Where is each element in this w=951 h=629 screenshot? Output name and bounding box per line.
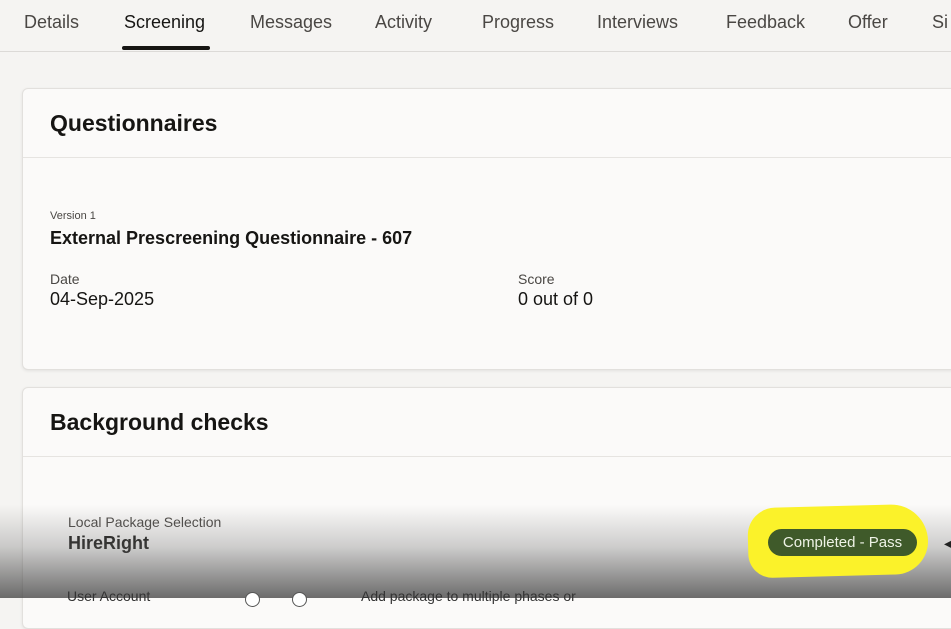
background-checks-header: Background checks (23, 388, 951, 457)
score-value: 0 out of 0 (518, 289, 594, 309)
date-label: Date (50, 271, 80, 287)
tab-offer[interactable]: Offer (848, 12, 888, 33)
package-label: Local Package Selection (68, 514, 222, 530)
tab-details[interactable]: Details (24, 12, 79, 33)
chevron-left-icon[interactable]: ◀ (944, 535, 951, 552)
questionnaires-title: Questionnaires (50, 110, 218, 136)
add-package-text: Add package to multiple phases or (361, 588, 576, 604)
tab-progress[interactable]: Progress (482, 12, 554, 33)
background-checks-title: Background checks (50, 409, 269, 435)
tab-bar: Details Screening Messages Activity Prog… (0, 0, 951, 52)
date-value: 04-Sep-2025 (50, 289, 155, 309)
user-account-label: User Account (67, 588, 151, 604)
package-value: HireRight (68, 533, 149, 553)
questionnaires-card: Questionnaires Version 1 External Prescr… (22, 88, 951, 370)
tab-truncated[interactable]: Si (932, 12, 948, 33)
questionnaires-header: Questionnaires (23, 89, 951, 158)
active-tab-indicator (122, 46, 210, 50)
tab-screening[interactable]: Screening (124, 12, 205, 33)
tab-messages[interactable]: Messages (250, 12, 332, 33)
questionnaire-name: External Prescreening Questionnaire - 60… (50, 228, 413, 248)
questionnaire-version: Version 1 (50, 210, 96, 222)
score-label: Score (518, 271, 555, 287)
tab-activity[interactable]: Activity (375, 12, 432, 33)
radio-option-2[interactable] (292, 592, 307, 607)
tab-feedback[interactable]: Feedback (726, 12, 805, 33)
status-badge: Completed - Pass (768, 529, 917, 556)
tab-interviews[interactable]: Interviews (597, 12, 678, 33)
radio-option-1[interactable] (245, 592, 260, 607)
